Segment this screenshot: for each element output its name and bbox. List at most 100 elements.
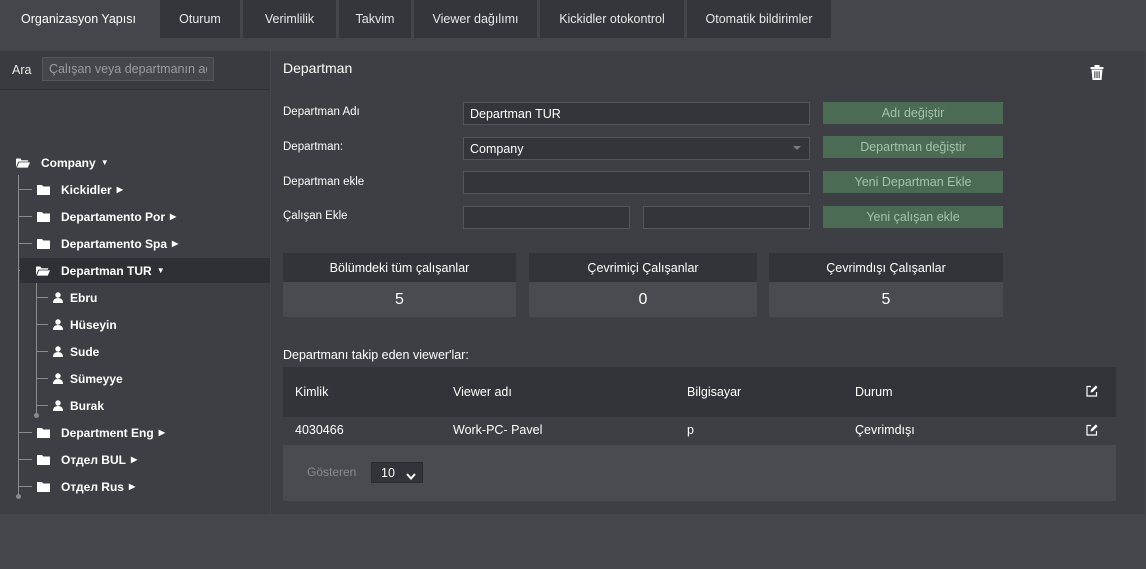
- tree-node-label: Отдел BUL: [61, 452, 126, 467]
- user-icon: [52, 373, 63, 385]
- tab-otomatik-bildirimler[interactable]: Otomatik bildirimler: [687, 0, 831, 38]
- stat-online-employees: Çevrimiçi Çalışanlar 0: [529, 253, 757, 317]
- tree-connector: [18, 189, 32, 190]
- caret-right-icon[interactable]: ▶: [117, 185, 123, 194]
- add-department-label: Departman ekle: [283, 176, 365, 188]
- tree-node-kickidler[interactable]: Kickidler ▶: [36, 177, 123, 202]
- tree-node-otdel-rus[interactable]: Отдел Rus ▶: [36, 474, 135, 499]
- edit-icon[interactable]: [1086, 424, 1098, 439]
- tab-oturum[interactable]: Oturum: [160, 0, 240, 38]
- trash-icon[interactable]: [1090, 65, 1104, 80]
- tab-organizasyon-yapisi[interactable]: Organizasyon Yapısı: [0, 0, 157, 38]
- parent-department-select[interactable]: Company: [463, 137, 810, 160]
- caret-right-icon[interactable]: ▶: [172, 239, 178, 248]
- add-employee-button[interactable]: Yeni çalışan ekle: [823, 206, 1003, 228]
- stat-label: Çevrimiçi Çalışanlar: [529, 253, 757, 282]
- tree-node-label: Burak: [70, 398, 105, 413]
- chevron-down-icon: [406, 469, 416, 481]
- tree-node-departamento-spa[interactable]: Departamento Spa ▶: [36, 231, 178, 256]
- page-size-value: 10: [381, 465, 395, 480]
- caret-down-icon[interactable]: ▼: [101, 158, 109, 167]
- column-header-computer: Bilgisayar: [687, 385, 742, 399]
- tree-connector: [36, 351, 48, 352]
- org-tree-panel: Ara Company ▼ Kickidler ▶ Departamento P…: [0, 51, 270, 514]
- folder-icon: [36, 481, 50, 493]
- chevron-down-icon: [793, 146, 801, 150]
- tree-node-company[interactable]: Company ▼: [16, 150, 109, 175]
- edit-icon[interactable]: [1086, 385, 1098, 400]
- rename-button[interactable]: Adı değiştir: [823, 102, 1003, 124]
- viewers-section-title: Departmanı takip eden viewer'lar:: [283, 348, 469, 362]
- tree-node-department-eng[interactable]: Department Eng ▶: [36, 420, 165, 445]
- viewers-table: Kimlik Viewer adı Bilgisayar Durum 40304…: [283, 367, 1116, 501]
- tree-node-label: Ebru: [70, 290, 98, 305]
- tree-connector: [36, 297, 48, 298]
- user-icon: [52, 400, 63, 412]
- tree-connector: [18, 243, 32, 244]
- table-header: Kimlik Viewer adı Bilgisayar Durum: [283, 367, 1116, 417]
- department-name-field[interactable]: Departman TUR: [463, 102, 810, 125]
- tree-node-employee[interactable]: Hüseyin: [52, 312, 117, 337]
- user-icon: [52, 292, 63, 304]
- tree-node-employee[interactable]: Sude: [52, 339, 99, 364]
- page-title: Departman: [283, 60, 353, 76]
- page-size-select[interactable]: 10: [371, 462, 423, 483]
- table-row[interactable]: 4030466 Work-PC- Pavel p Çevrimdışı: [283, 417, 1116, 445]
- tab-bar: Organizasyon Yapısı Oturum Verimlilik Ta…: [0, 0, 1146, 38]
- cell-status: Çevrimdışı: [855, 423, 915, 437]
- folder-icon: [36, 427, 50, 439]
- tab-takvim[interactable]: Takvim: [339, 0, 411, 38]
- column-header-status: Durum: [855, 385, 893, 399]
- search-bar: Ara: [0, 51, 270, 90]
- folder-open-icon: [16, 157, 30, 169]
- tab-kickidler-otokontrol[interactable]: Kickidler otokontrol: [540, 0, 684, 38]
- caret-right-icon[interactable]: ▶: [170, 212, 176, 221]
- stat-offline-employees: Çevrimdışı Çalışanlar 5: [769, 253, 1003, 317]
- employee-second-field[interactable]: [643, 206, 810, 229]
- add-department-field[interactable]: [463, 171, 810, 194]
- search-label: Ara: [12, 63, 32, 77]
- folder-icon: [36, 184, 50, 196]
- department-name-label: Departman Adı: [283, 106, 360, 118]
- page-size-label: Gösteren: [307, 465, 357, 479]
- tree-node-departman-tur[interactable]: Departman TUR ▼: [20, 258, 270, 283]
- tree-node-label: Sümeyye: [70, 371, 123, 386]
- tree-connector: [36, 324, 48, 325]
- caret-right-icon[interactable]: ▶: [159, 428, 165, 437]
- tree-node-employee[interactable]: Burak: [52, 393, 104, 418]
- tree-node-employee[interactable]: Sümeyye: [52, 366, 123, 391]
- parent-department-label: Departman:: [283, 141, 344, 153]
- add-employee-label: Çalışan Ekle: [283, 210, 348, 222]
- tab-viewer-dagilimi[interactable]: Viewer dağılımı: [414, 0, 537, 38]
- tree-node-otdel-bul[interactable]: Отдел BUL ▶: [36, 447, 137, 472]
- change-department-button[interactable]: Departman değiştir: [823, 136, 1003, 158]
- tree-node-label: Hüseyin: [70, 317, 117, 332]
- tree-connector: [36, 405, 48, 406]
- caret-right-icon[interactable]: ▶: [131, 455, 137, 464]
- folder-icon: [36, 238, 50, 250]
- tree-connector: [36, 282, 37, 415]
- caret-down-icon[interactable]: ▼: [157, 266, 165, 275]
- stat-label: Bölümdeki tüm çalışanlar: [283, 253, 516, 282]
- folder-open-icon: [36, 265, 50, 277]
- parent-department-value: Company: [470, 141, 524, 156]
- tree-node-label: Sude: [70, 344, 100, 359]
- search-input[interactable]: [42, 57, 214, 81]
- user-icon: [52, 319, 63, 331]
- tab-verimlilik[interactable]: Verimlilik: [243, 0, 336, 38]
- tree-connector: [18, 432, 32, 433]
- user-icon: [52, 346, 63, 358]
- tree-node-label: Departamento Spa: [61, 236, 168, 251]
- tree-connector: [36, 378, 48, 379]
- tree-node-departamento-por[interactable]: Departamento Por ▶: [36, 204, 176, 229]
- add-department-button[interactable]: Yeni Departman Ekle: [823, 171, 1003, 193]
- folder-icon: [36, 211, 50, 223]
- cell-viewer-name: Work-PC- Pavel: [453, 423, 543, 437]
- tree-node-employee[interactable]: Ebru: [52, 285, 97, 310]
- caret-right-icon[interactable]: ▶: [129, 482, 135, 491]
- stat-value: 5: [395, 290, 404, 308]
- employee-name-field[interactable]: [463, 206, 630, 229]
- cell-id: 4030466: [295, 423, 344, 437]
- stat-label: Çevrimdışı Çalışanlar: [769, 253, 1003, 282]
- folder-icon: [36, 454, 50, 466]
